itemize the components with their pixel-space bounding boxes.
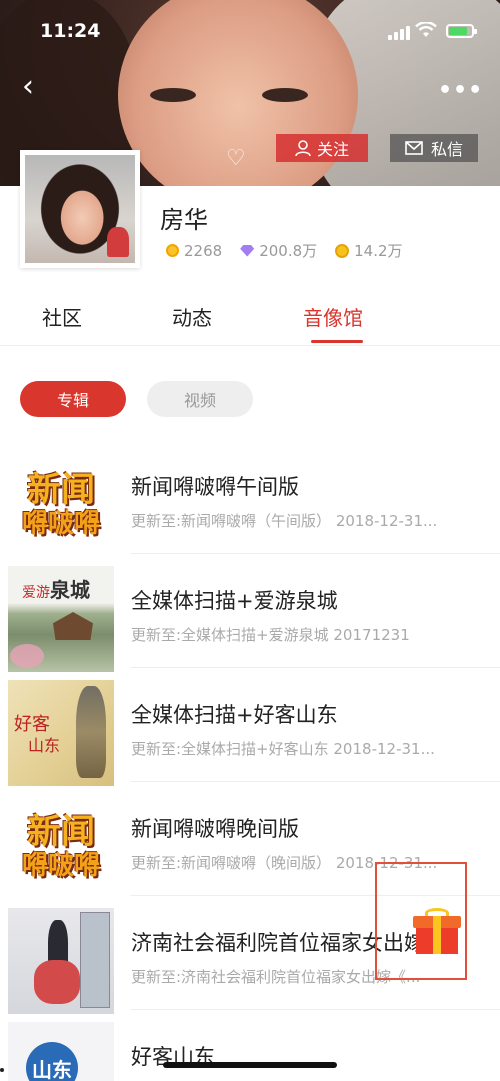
- profile-stats: 2268 200.8万 14.2万: [166, 240, 403, 261]
- profile-tabs: 社区 动态 音像馆: [0, 296, 500, 346]
- tab-indicator: [311, 340, 363, 343]
- stat-value: 14.2万: [354, 242, 403, 260]
- avatar[interactable]: [20, 150, 140, 268]
- album-thumbnail: 新闻 嘚啵嘚: [8, 794, 114, 900]
- diamond-icon: [240, 244, 255, 257]
- wifi-icon: [415, 22, 437, 37]
- gold-badge-icon: [166, 244, 179, 257]
- album-title: 新闻嘚啵嘚晚间版: [131, 817, 299, 841]
- album-thumbnail: [8, 908, 114, 1014]
- filter-videos[interactable]: 视频: [147, 381, 253, 417]
- album-subtitle: 更新至:全媒体扫描+爱游泉城 20171231: [131, 626, 410, 644]
- more-options-icon[interactable]: •••: [438, 78, 483, 103]
- coin-icon: [335, 243, 350, 258]
- status-time: 11:24: [40, 20, 101, 42]
- home-indicator[interactable]: [163, 1062, 337, 1068]
- album-thumbnail: 山东: [8, 1022, 114, 1081]
- status-bar: 11:24: [0, 0, 500, 60]
- album-thumbnail: 新闻 嘚啵嘚: [8, 452, 114, 558]
- tab-activity[interactable]: 动态: [172, 302, 212, 331]
- envelope-icon: [405, 141, 423, 155]
- album-title: 全媒体扫描+好客山东: [131, 703, 338, 727]
- follow-label: 关注: [316, 140, 349, 159]
- message-label: 私信: [430, 140, 463, 159]
- list-item[interactable]: 好客 山东 全媒体扫描+好客山东 更新至:全媒体扫描+好客山东 2018-12-…: [0, 668, 500, 786]
- stat-diamonds: 200.8万: [240, 240, 317, 261]
- list-item[interactable]: 新闻 嘚啵嘚 新闻嘚啵嘚午间版 更新至:新闻嘚啵嘚（午间版） 2018-12-3…: [0, 440, 500, 558]
- album-subtitle: 更新至:新闻嘚啵嘚（午间版） 2018-12-31...: [131, 512, 438, 530]
- list-item[interactable]: 山东 好客山东: [0, 1010, 500, 1081]
- album-title: 全媒体扫描+爱游泉城: [131, 589, 338, 613]
- album-subtitle: 更新至:全媒体扫描+好客山东 2018-12-31...: [131, 740, 435, 758]
- tab-media[interactable]: 音像馆: [303, 302, 363, 331]
- album-title: 新闻嘚啵嘚午间版: [131, 475, 299, 499]
- message-button[interactable]: 私信: [390, 134, 478, 162]
- user-icon: [295, 139, 311, 156]
- gift-icon[interactable]: [413, 906, 461, 954]
- filter-albums[interactable]: 专辑: [20, 381, 126, 417]
- stat-level: 2268: [166, 242, 222, 260]
- follow-button[interactable]: 关注: [276, 134, 368, 162]
- list-item[interactable]: 爱游泉城 全媒体扫描+爱游泉城 更新至:全媒体扫描+爱游泉城 20171231: [0, 554, 500, 672]
- tab-community[interactable]: 社区: [42, 302, 82, 331]
- battery-icon: [446, 24, 477, 38]
- signal-icon: [388, 26, 410, 40]
- album-thumbnail: 爱游泉城: [8, 566, 114, 672]
- stat-coins: 14.2万: [335, 240, 403, 261]
- stat-value: 200.8万: [259, 242, 318, 260]
- album-thumbnail: 好客 山东: [8, 680, 114, 786]
- back-icon[interactable]: ‹: [22, 72, 46, 102]
- profile-name: 房华: [160, 206, 208, 234]
- stat-value: 2268: [184, 241, 223, 260]
